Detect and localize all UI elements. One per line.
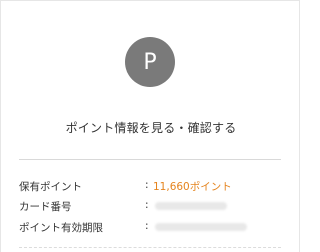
card-number-separator: :	[145, 199, 149, 211]
divider-bottom	[19, 247, 281, 248]
held-points-value: 11,660ポイント	[153, 181, 232, 193]
divider	[19, 159, 281, 160]
point-expiry-row: ポイント有効期限 :	[19, 220, 283, 236]
point-expiry-label: ポイント有効期限	[19, 222, 103, 234]
point-expiry-masked-value	[155, 223, 247, 231]
point-expiry-separator: :	[145, 220, 149, 232]
card-number-masked-value	[155, 202, 227, 210]
point-logo-icon: P	[125, 37, 175, 87]
held-points-row: 保有ポイント : 11,660ポイント	[19, 179, 283, 195]
card-number-row: カード番号 :	[19, 199, 283, 215]
point-card: P ポイント情報を見る・確認する 保有ポイント : 11,660ポイント カード…	[0, 0, 300, 252]
held-points-label: 保有ポイント	[19, 181, 82, 193]
view-point-info-link[interactable]: ポイント情報を見る・確認する	[1, 119, 301, 136]
held-points-separator: :	[145, 179, 149, 191]
card-number-label: カード番号	[19, 201, 72, 213]
